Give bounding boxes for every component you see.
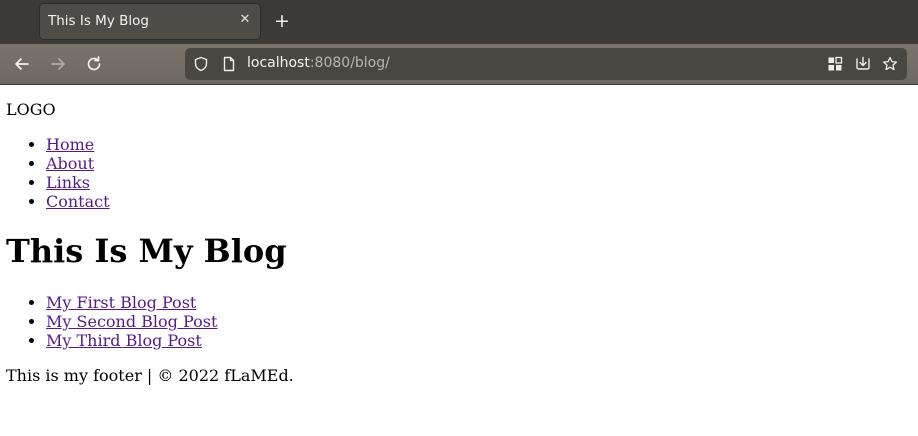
close-icon[interactable]: ✕ (238, 13, 252, 27)
site-nav: Home About Links Contact (0, 135, 110, 211)
list-item: My Second Blog Post (46, 312, 217, 331)
list-item: My First Blog Post (46, 293, 217, 312)
save-to-pocket-icon[interactable] (855, 56, 871, 72)
reload-icon[interactable] (84, 54, 104, 74)
nav-link-home[interactable]: Home (46, 135, 94, 154)
nav-link-about[interactable]: About (46, 154, 94, 173)
nav-item-about: About (46, 154, 110, 173)
nav-item-home: Home (46, 135, 110, 154)
nav-link-contact[interactable]: Contact (46, 192, 110, 211)
blog-post-link[interactable]: My Third Blog Post (46, 331, 202, 350)
blog-post-list: My First Blog Post My Second Blog Post M… (0, 293, 217, 350)
page-title: This Is My Blog (6, 232, 287, 270)
browser-tab-bar: This Is My Blog ✕ + (0, 0, 918, 44)
blog-post-link[interactable]: My Second Blog Post (46, 312, 217, 331)
blog-post-link[interactable]: My First Blog Post (46, 293, 196, 312)
shield-icon[interactable] (193, 56, 209, 72)
url-bar[interactable]: localhost:8080/blog/ (185, 48, 907, 80)
page-footer: This is my footer | © 2022 fLaMEd. (6, 366, 294, 385)
list-item: My Third Blog Post (46, 331, 217, 350)
browser-tab-active[interactable]: This Is My Blog ✕ (40, 4, 260, 39)
site-logo: LOGO (6, 100, 56, 119)
arrow-right-icon[interactable] (48, 54, 68, 74)
nav-item-contact: Contact (46, 192, 110, 211)
plus-icon[interactable]: + (272, 11, 292, 31)
nav-item-links: Links (46, 173, 110, 192)
url-text[interactable]: localhost:8080/blog/ (247, 55, 390, 71)
bookmark-star-icon[interactable] (882, 56, 898, 72)
nav-link-links[interactable]: Links (46, 173, 90, 192)
extensions-grid-icon[interactable] (827, 56, 843, 72)
arrow-left-icon[interactable] (12, 54, 32, 74)
url-host: localhost (247, 55, 310, 71)
page-content: LOGO Home About Links Contact This Is My… (0, 85, 918, 436)
browser-nav-bar: localhost:8080/blog/ (0, 44, 918, 85)
url-path: :8080/blog/ (309, 55, 390, 71)
tab-title: This Is My Blog (48, 13, 149, 29)
page-icon[interactable] (221, 56, 237, 72)
